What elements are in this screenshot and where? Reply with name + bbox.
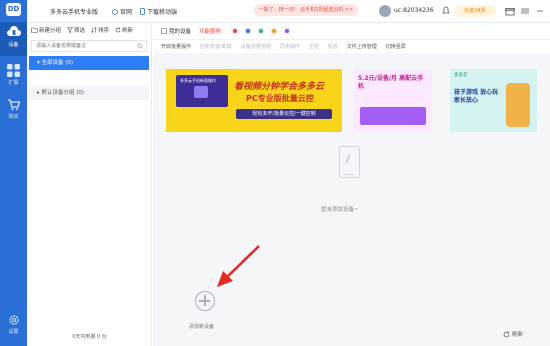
tool-select-all[interactable]: 全选 bbox=[309, 43, 319, 50]
tool-invert[interactable]: 反选 bbox=[328, 43, 338, 50]
group-search bbox=[31, 40, 147, 52]
sort-button[interactable]: 排序 bbox=[91, 26, 109, 34]
rail-label: 设备 bbox=[8, 42, 19, 48]
channel-icon[interactable] bbox=[230, 27, 239, 35]
cart-icon bbox=[8, 99, 20, 111]
channel-icon[interactable] bbox=[269, 27, 278, 35]
bell-icon[interactable] bbox=[442, 6, 450, 15]
tool-batch-operate[interactable]: 开启批量操作 bbox=[161, 43, 191, 50]
tool-app-install[interactable]: 应用安装/卸载 bbox=[200, 43, 232, 50]
search-icon[interactable] bbox=[137, 43, 143, 49]
download-link[interactable]: 下载移动端 bbox=[140, 7, 177, 16]
minimize-icon[interactable] bbox=[535, 6, 545, 16]
tool-rotate[interactable]: 切换竖屏 bbox=[386, 43, 406, 50]
refresh-groups-button[interactable]: 刷新 bbox=[115, 26, 133, 34]
add-device-label: 添加新设备 bbox=[189, 324, 215, 330]
search-input[interactable] bbox=[32, 41, 132, 51]
filter-icon bbox=[67, 27, 74, 33]
rail-item-extend[interactable]: 扩展 bbox=[0, 60, 27, 94]
refresh-icon bbox=[503, 331, 510, 337]
phone-icon bbox=[140, 8, 145, 15]
title-bar: 多多云手机专业版 官网 下载移动端 一探了，持一日！ 云手机5折起送云机 >> … bbox=[27, 0, 550, 23]
channel-icons bbox=[230, 27, 291, 35]
add-device-button[interactable] bbox=[195, 291, 215, 311]
rail-item-buy[interactable]: 购买 bbox=[0, 94, 27, 128]
rail-label: 购买 bbox=[8, 114, 19, 120]
gear-icon bbox=[8, 315, 19, 325]
menu-icon[interactable] bbox=[520, 6, 530, 16]
expiry-summary: 0天内到期 0 台 bbox=[72, 334, 107, 340]
play-icon bbox=[194, 86, 208, 98]
left-rail: DD 设备 扩展 购买 设置 bbox=[0, 0, 27, 346]
banner-carousel: 多多云手机新版操作 看视频分钟学会多多云 PC专业版批量云控 轻松多开/批量云控… bbox=[166, 69, 538, 132]
filter-button[interactable]: 筛选 bbox=[67, 26, 85, 34]
tool-file-upload[interactable]: 文件上传管理 bbox=[347, 43, 377, 50]
avatar[interactable] bbox=[379, 5, 391, 17]
video-thumbnail: 多多云手机新版操作 bbox=[176, 75, 228, 107]
channel-label: 功能服务: bbox=[199, 29, 223, 35]
rail-item-devices[interactable]: 设备 bbox=[0, 22, 27, 56]
rail-label: 设置 bbox=[8, 329, 19, 335]
app-window: DD 设备 扩展 购买 设置 多多云手机专业版 官网 下载移动端 一探了，持一日… bbox=[0, 0, 550, 346]
channel-icon[interactable] bbox=[282, 27, 291, 35]
tool-batch-manage[interactable]: 设备批量管理 bbox=[241, 43, 271, 50]
promo-banner[interactable]: 一探了，持一日！ 云手机5折起送云机 >> bbox=[254, 4, 358, 16]
banner-video-tutorial[interactable]: 多多云手机新版操作 看视频分钟学会多多云 PC专业版批量云控 轻松多开/批量云控… bbox=[166, 69, 342, 132]
group-item-all[interactable]: ▾ 全部设备 (0) bbox=[29, 56, 149, 70]
device-icon bbox=[161, 28, 167, 34]
group-toolbar: 新建分组 筛选 排序 刷新 bbox=[27, 23, 151, 37]
channel-icon[interactable] bbox=[256, 27, 265, 35]
promo-graphic bbox=[360, 107, 426, 125]
rail-item-settings[interactable]: 设置 bbox=[0, 312, 27, 346]
tool-sync[interactable]: 同步操作 bbox=[280, 43, 300, 50]
grid-icon bbox=[7, 64, 20, 77]
globe-icon bbox=[112, 8, 118, 15]
refresh-button[interactable]: 刷新 bbox=[503, 330, 523, 338]
rail-label: 扩展 bbox=[8, 80, 19, 86]
app-logo: DD bbox=[6, 3, 21, 16]
main-panel: 我的设备 功能服务: 开启批量操作 应用安装/卸载 设备批量管理 同步操作 全选… bbox=[153, 23, 550, 346]
empty-phone-icon bbox=[339, 146, 360, 178]
my-devices-tab[interactable]: 我的设备 bbox=[161, 27, 191, 35]
main-header: 我的设备 功能服务: bbox=[153, 23, 550, 39]
channel-icon[interactable] bbox=[243, 27, 252, 35]
gift-icon[interactable] bbox=[505, 6, 515, 16]
banner-kids-game[interactable]: 多多云 孩子游戏 放心玩 家长放心 bbox=[450, 69, 537, 132]
sort-icon bbox=[91, 27, 97, 33]
kid-illustration bbox=[506, 83, 530, 127]
batch-toolbar: 开启批量操作 应用安装/卸载 设备批量管理 同步操作 全选 反选 文件上传管理 … bbox=[153, 39, 550, 53]
user-id: uc:82034236 bbox=[394, 7, 434, 14]
folder-add-icon bbox=[31, 27, 38, 33]
website-link[interactable]: 官网 bbox=[112, 7, 132, 16]
app-title: 多多云手机专业版 bbox=[50, 9, 99, 16]
group-item-default[interactable]: ▸ 默认设备分组 (0) bbox=[29, 86, 149, 100]
empty-state-text: 暂未添加设备~ bbox=[321, 207, 359, 213]
banner-price-offer[interactable]: 5.2元/设备/月 高配云手机 bbox=[354, 69, 432, 132]
refresh-icon bbox=[115, 27, 121, 33]
arrow-annotation-icon bbox=[217, 245, 260, 287]
new-group-button[interactable]: 新建分组 bbox=[31, 26, 61, 34]
group-panel: 新建分组 筛选 排序 刷新 ▾ 全部设备 (0) ▸ 默认设备分组 (0) bbox=[27, 23, 152, 346]
cloud-phone-icon bbox=[6, 26, 21, 36]
recharge-button[interactable]: 充值/续费 bbox=[454, 5, 496, 17]
